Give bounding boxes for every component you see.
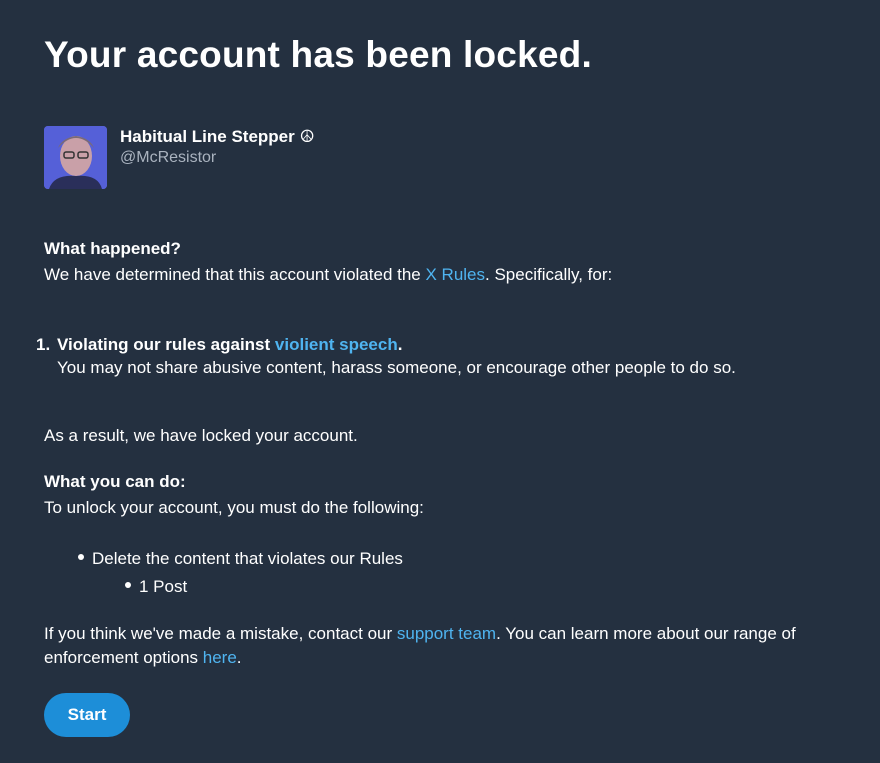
footer-text: If you think we've made a mistake, conta…	[44, 624, 796, 667]
avatar[interactable]	[44, 126, 107, 189]
x-rules-link[interactable]: X Rules	[425, 265, 485, 284]
action-list: Delete the content that violates our Rul…	[74, 545, 403, 601]
result-text: As a result, we have locked your account…	[44, 426, 358, 445]
user-handle[interactable]: @McResistor	[120, 147, 315, 169]
start-button[interactable]: Start	[44, 693, 130, 737]
here-link[interactable]: here	[203, 648, 237, 667]
profile-card: Habitual Line Stepper ☮ @McResistor	[44, 126, 315, 189]
page-title: Your account has been locked.	[44, 34, 592, 75]
what-happened-section: What happened? We have determined that t…	[44, 236, 612, 288]
violation-list: 1. Violating our rules against violient s…	[36, 333, 736, 379]
what-you-can-do-text: To unlock your account, you must do the …	[44, 498, 424, 517]
violent-speech-link[interactable]: violient speech	[275, 335, 398, 354]
profile-names: Habitual Line Stepper ☮ @McResistor	[120, 127, 315, 189]
display-name[interactable]: Habitual Line Stepper ☮	[120, 127, 315, 147]
peace-icon: ☮	[299, 127, 315, 146]
support-team-link[interactable]: support team	[397, 624, 496, 643]
what-happened-text: We have determined that this account vio…	[44, 265, 613, 284]
list-item: Delete the content that violates our Rul…	[74, 545, 403, 573]
what-happened-heading: What happened?	[44, 239, 181, 258]
violation-description: You may not share abusive content, haras…	[57, 358, 736, 377]
sub-list-item: 1 Post	[121, 573, 403, 601]
what-you-can-do-heading: What you can do:	[44, 472, 186, 491]
violation-number: 1.	[36, 335, 51, 354]
avatar-image	[44, 126, 107, 189]
display-name-text: Habitual Line Stepper	[120, 127, 295, 146]
violation-title: 1. Violating our rules against violient s…	[36, 335, 403, 354]
what-you-can-do-section: What you can do: To unlock your account,…	[44, 469, 424, 521]
